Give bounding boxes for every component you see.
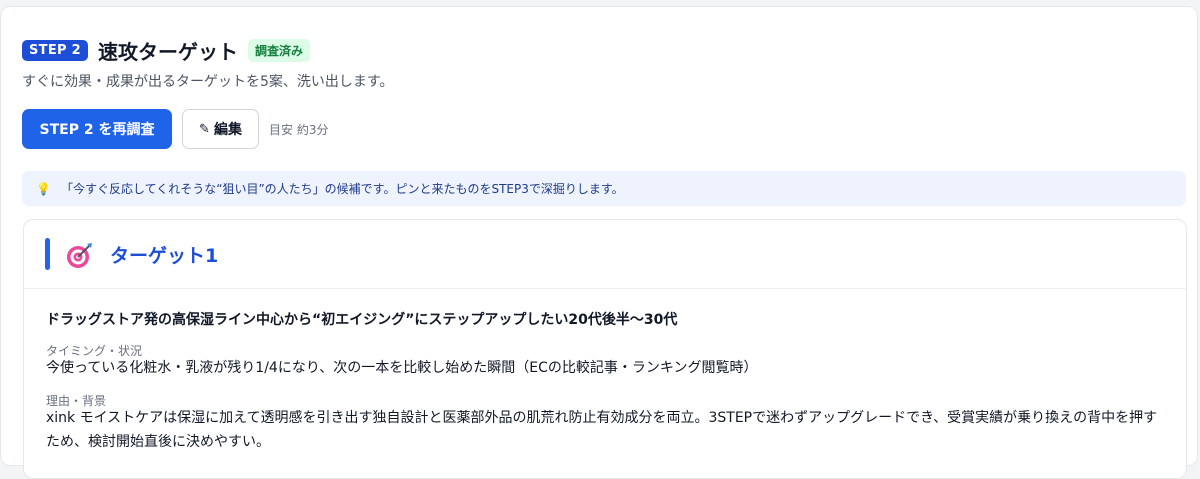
action-bar: STEP 2 を再調査 ✎ 編集 目安 約3分 — [22, 109, 328, 149]
tip-text: 「今すぐ反応してくれそうな“狙い目”の人たち」の候補です。ピンと来たものをSTE… — [60, 182, 624, 196]
target-dart-icon — [67, 243, 92, 268]
accent-bar — [45, 238, 50, 270]
step-description: すぐに効果・成果が出るターゲットを5案、洗い出します。 — [22, 74, 394, 90]
step-panel: STEP 2 速攻ターゲット 調査済み すぐに効果・成果が出るターゲットを5案、… — [0, 6, 1198, 479]
time-estimate: 目安 約3分 — [269, 122, 329, 137]
rerun-button[interactable]: STEP 2 を再調査 — [22, 109, 172, 149]
step-header: STEP 2 速攻ターゲット 調査済み — [22, 34, 311, 66]
pencil-icon: ✎ — [199, 121, 210, 137]
target-card-header: ターゲット1 — [24, 220, 1186, 289]
tip-banner: 💡 「今すぐ反応してくれそうな“狙い目”の人たち」の候補です。ピンと来たものをS… — [22, 171, 1186, 206]
step-badge: STEP 2 — [22, 39, 89, 61]
target-card-title: ターゲット1 — [110, 245, 219, 267]
edit-button[interactable]: ✎ 編集 — [182, 109, 259, 149]
reason-value: xink モイストケアは保湿に加えて透明感を引き出す独自設計と医薬部外品の肌荒れ… — [46, 410, 1158, 450]
edit-button-label: 編集 — [213, 122, 242, 138]
step-title: 速攻ターゲット — [98, 39, 239, 64]
status-badge: 調査済み — [248, 38, 311, 62]
lightbulb-icon: 💡 — [36, 181, 51, 196]
timing-value: 今使っている化粧水・乳液が残り1/4になり、次の一本を比較し始めた瞬間（ECの比… — [46, 360, 758, 376]
target-card: ターゲット1 ドラッグストア発の高保湿ライン中心から“初エイジング”にステップア… — [23, 219, 1187, 479]
target-name: ドラッグストア発の高保湿ライン中心から“初エイジング”にステップアップしたい20… — [46, 312, 678, 328]
